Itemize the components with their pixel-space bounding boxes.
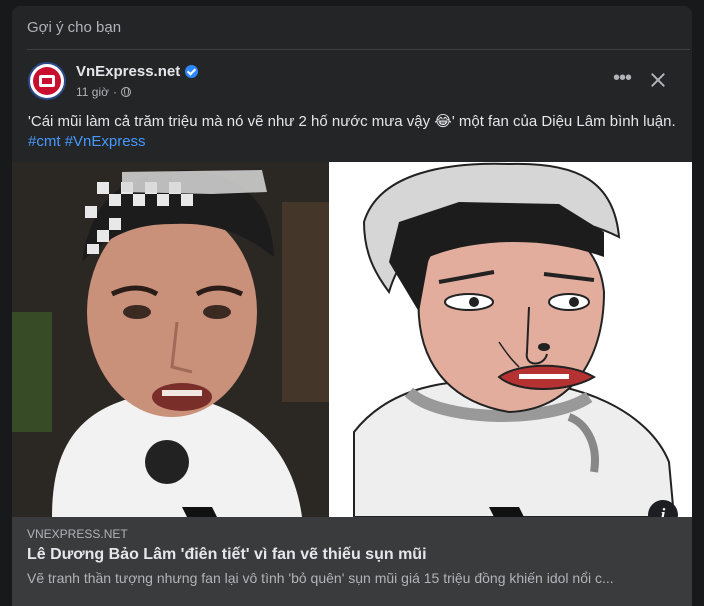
meta-separator: · <box>113 85 117 99</box>
hashtag-vnexpress[interactable]: #VnExpress <box>65 133 146 150</box>
post-meta: 11 giờ · <box>76 85 131 99</box>
link-title[interactable]: Lê Dương Bảo Lâm 'điên tiết' vì fan vẽ t… <box>27 546 427 564</box>
page-name[interactable]: VnExpress.net <box>76 63 180 80</box>
globe-icon[interactable] <box>121 87 131 97</box>
right-drawing[interactable] <box>329 162 692 517</box>
post-media[interactable]: i <box>12 162 692 530</box>
link-description: Vẽ tranh thần tượng nhưng fan lại vô tìn… <box>27 570 614 586</box>
post-text: 'Cái mũi làm cả trăm triệu mà nó vẽ như … <box>28 112 678 152</box>
post-body: 'Cái mũi làm cả trăm triệu mà nó vẽ như … <box>28 113 676 130</box>
verified-badge-icon <box>185 65 199 78</box>
post-card: Gợi ý cho bạn VnExpress.net 11 giờ · •••… <box>12 6 692 606</box>
more-options-button[interactable]: ••• <box>609 68 635 94</box>
divider <box>27 49 690 50</box>
link-preview[interactable]: VNEXPRESS.NET Lê Dương Bảo Lâm 'điên tiế… <box>12 517 692 606</box>
link-domain: VNEXPRESS.NET <box>27 527 128 541</box>
left-photo[interactable] <box>12 162 329 517</box>
section-header: Gợi ý cho bạn <box>27 19 122 36</box>
page-name-link[interactable]: VnExpress.net <box>76 63 199 80</box>
page-avatar[interactable] <box>28 62 66 100</box>
more-dots-icon: ••• <box>612 67 632 89</box>
hashtag-cmt[interactable]: #cmt <box>28 133 61 150</box>
post-timestamp[interactable]: 11 giờ <box>76 85 109 99</box>
close-icon[interactable] <box>644 66 672 94</box>
logo-mark <box>39 75 55 87</box>
